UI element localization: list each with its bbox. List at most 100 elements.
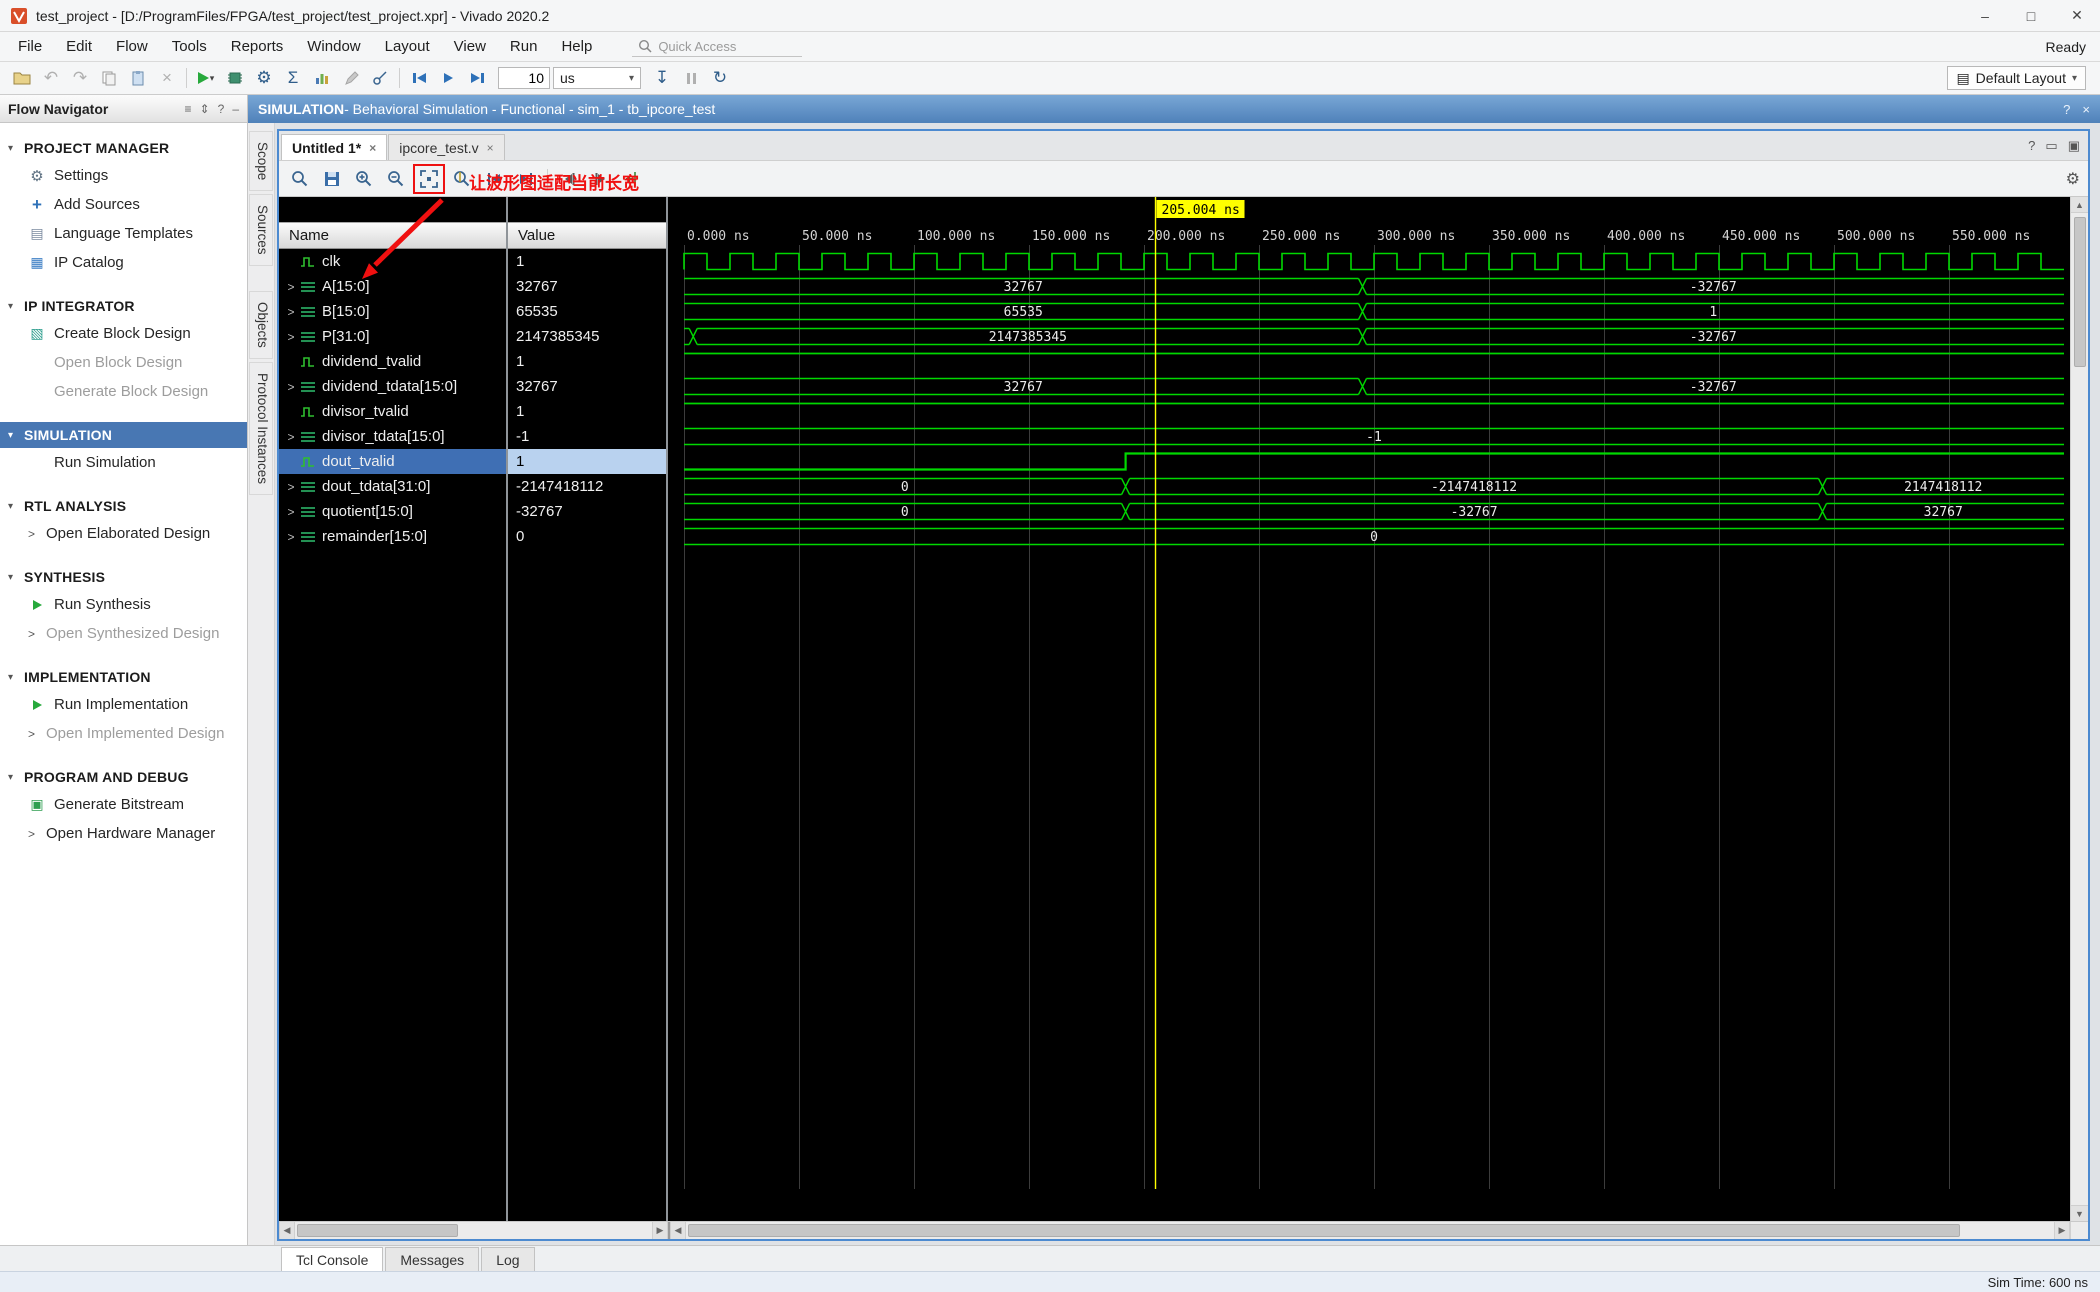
flow-header-synthesis[interactable]: ▾ SYNTHESIS bbox=[0, 564, 247, 590]
flow-item-run-simulation[interactable]: Run Simulation bbox=[0, 448, 247, 477]
flow-item-settings[interactable]: ⚙ Settings bbox=[0, 161, 247, 190]
layout-selector[interactable]: ▤ Default Layout ▾ bbox=[1947, 66, 2086, 90]
editor-tab-untitled-1[interactable]: Untitled 1* × bbox=[281, 134, 388, 160]
close-tab-icon[interactable]: × bbox=[369, 141, 376, 155]
signal-value-divisor-tvalid[interactable]: 1 bbox=[508, 399, 666, 424]
signal-row-dout-tdata-31-0[interactable]: > dout_tdata[31:0] bbox=[279, 474, 506, 499]
undo-icon[interactable]: ↶ bbox=[37, 65, 65, 92]
console-tab-log[interactable]: Log bbox=[481, 1247, 535, 1271]
signal-value-dout-tdata-31-0[interactable]: -2147418112 bbox=[508, 474, 666, 499]
signal-value-a-15-0[interactable]: 32767 bbox=[508, 274, 666, 299]
menu-tools[interactable]: Tools bbox=[160, 32, 219, 61]
scroll-left-icon[interactable]: ◀ bbox=[670, 1222, 686, 1239]
float-window-icon[interactable]: ▭ bbox=[2045, 138, 2057, 154]
zoom-out-icon[interactable] bbox=[381, 165, 411, 193]
debug-probe-icon[interactable] bbox=[366, 65, 394, 92]
vertical-scroll-thumb[interactable] bbox=[2073, 217, 2086, 367]
flow-item-add-sources[interactable]: + Add Sources bbox=[0, 190, 247, 219]
flow-item-generate-bitstream[interactable]: ▣ Generate Bitstream bbox=[0, 790, 247, 819]
waveform-canvas[interactable]: 0.000 ns 50.000 ns 100.000 ns 150.000 ns 200… bbox=[668, 197, 2070, 1221]
minimize-button[interactable]: – bbox=[1962, 0, 2008, 31]
flow-menu-icon[interactable]: ≡ bbox=[185, 102, 192, 116]
signal-row-dividend-tvalid[interactable]: dividend_tvalid bbox=[279, 349, 506, 374]
wave-vertical-scrollbar[interactable]: ▲ ▼ bbox=[2070, 197, 2088, 1221]
run-button[interactable]: ▾ bbox=[192, 65, 220, 92]
close-button[interactable]: ✕ bbox=[2054, 0, 2100, 31]
next-transition-icon[interactable] bbox=[586, 165, 616, 193]
add-marker-icon[interactable] bbox=[618, 165, 648, 193]
program-device-icon[interactable] bbox=[221, 65, 249, 92]
flow-header-implementation[interactable]: ▾ IMPLEMENTATION bbox=[0, 664, 247, 690]
panel-help-icon[interactable]: ? bbox=[2028, 138, 2035, 153]
flow-item-ip-catalog[interactable]: ▦ IP Catalog bbox=[0, 248, 247, 277]
menu-file[interactable]: File bbox=[6, 32, 54, 61]
menu-view[interactable]: View bbox=[442, 32, 498, 61]
horizontal-scroll-thumb[interactable] bbox=[297, 1224, 458, 1237]
copy-icon[interactable] bbox=[95, 65, 123, 92]
menu-run[interactable]: Run bbox=[498, 32, 550, 61]
goto-last-time-icon[interactable] bbox=[511, 165, 541, 193]
flow-item-generate-block-design[interactable]: Generate Block Design bbox=[0, 377, 247, 406]
time-unit-select[interactable]: us ▾ bbox=[553, 67, 641, 89]
wave-horizontal-scrollbar[interactable]: ◀ ▶ bbox=[670, 1222, 2070, 1239]
signal-value-p-31-0[interactable]: 2147385345 bbox=[508, 324, 666, 349]
menu-reports[interactable]: Reports bbox=[219, 32, 296, 61]
report-sigma-icon[interactable]: Σ bbox=[279, 65, 307, 92]
signal-row-remainder-15-0[interactable]: > remainder[15:0] bbox=[279, 524, 506, 549]
signal-row-p-31-0[interactable]: > P[31:0] bbox=[279, 324, 506, 349]
maximize-panel-icon[interactable]: ▣ bbox=[2068, 138, 2080, 154]
run-time-input[interactable] bbox=[498, 67, 550, 89]
flow-expand-collapse-icon[interactable]: ⇕ bbox=[200, 102, 210, 116]
save-waveform-icon[interactable] bbox=[317, 165, 347, 193]
menu-window[interactable]: Window bbox=[295, 32, 372, 61]
signal-row-dividend-tdata-15-0[interactable]: > dividend_tdata[15:0] bbox=[279, 374, 506, 399]
flow-header-simulation[interactable]: ▾ SIMULATION bbox=[0, 422, 247, 448]
flow-item-open-synthesized-design[interactable]: > Open Synthesized Design bbox=[0, 619, 247, 648]
paste-icon[interactable] bbox=[124, 65, 152, 92]
goto-time-zero-icon[interactable] bbox=[479, 165, 509, 193]
signal-value-clk[interactable]: 1 bbox=[508, 249, 666, 274]
horizontal-scroll-thumb[interactable] bbox=[688, 1224, 1961, 1237]
quick-access-search[interactable]: Quick Access bbox=[632, 37, 803, 57]
side-tab-scope[interactable]: Scope bbox=[249, 131, 273, 192]
maximize-button[interactable]: □ bbox=[2008, 0, 2054, 31]
restart-sim-icon[interactable] bbox=[405, 65, 433, 92]
side-tab-protocol-instances[interactable]: Protocol Instances bbox=[249, 361, 273, 495]
scroll-right-icon[interactable]: ▶ bbox=[652, 1222, 668, 1239]
zoom-to-cursor-icon[interactable] bbox=[447, 165, 477, 193]
flow-item-run-implementation[interactable]: Run Implementation bbox=[0, 690, 247, 719]
flow-header-project-manager[interactable]: ▾ PROJECT MANAGER bbox=[0, 135, 247, 161]
signal-value-divisor-tdata-15-0[interactable]: -1 bbox=[508, 424, 666, 449]
console-tab-messages[interactable]: Messages bbox=[385, 1247, 480, 1271]
close-tab-icon[interactable]: × bbox=[487, 141, 494, 155]
signal-row-clk[interactable]: clk bbox=[279, 249, 506, 274]
redo-icon[interactable]: ↷ bbox=[66, 65, 94, 92]
signal-value-dout-tvalid[interactable]: 1 bbox=[508, 449, 666, 474]
delete-icon[interactable]: × bbox=[153, 65, 181, 92]
signal-row-divisor-tdata-15-0[interactable]: > divisor_tdata[15:0] bbox=[279, 424, 506, 449]
signal-row-a-15-0[interactable]: > A[15:0] bbox=[279, 274, 506, 299]
pause-icon[interactable] bbox=[677, 65, 705, 92]
context-close-icon[interactable]: × bbox=[2082, 102, 2090, 117]
previous-transition-icon[interactable] bbox=[554, 165, 584, 193]
editor-tab-ipcore-test-v[interactable]: ipcore_test.v × bbox=[388, 134, 505, 160]
signal-row-quotient-15-0[interactable]: > quotient[15:0] bbox=[279, 499, 506, 524]
signal-value-quotient-15-0[interactable]: -32767 bbox=[508, 499, 666, 524]
signal-value-dividend-tvalid[interactable]: 1 bbox=[508, 349, 666, 374]
signal-row-dout-tvalid[interactable]: dout_tvalid bbox=[279, 449, 506, 474]
flow-item-open-elaborated-design[interactable]: > Open Elaborated Design bbox=[0, 519, 247, 548]
flow-header-ip-integrator[interactable]: ▾ IP INTEGRATOR bbox=[0, 293, 247, 319]
flow-item-open-block-design[interactable]: Open Block Design bbox=[0, 348, 247, 377]
zoom-fit-button[interactable] bbox=[413, 163, 445, 194]
open-file-icon[interactable] bbox=[8, 65, 36, 92]
flow-help-icon[interactable]: ? bbox=[218, 102, 225, 116]
name-column-header[interactable]: Name bbox=[279, 222, 506, 249]
signal-value-dividend-tdata-15-0[interactable]: 32767 bbox=[508, 374, 666, 399]
find-icon[interactable] bbox=[285, 165, 315, 193]
scroll-down-icon[interactable]: ▼ bbox=[2071, 1205, 2088, 1221]
edit-pencil-icon[interactable] bbox=[337, 65, 365, 92]
run-for-time-icon[interactable] bbox=[463, 65, 491, 92]
signal-row-divisor-tvalid[interactable]: divisor_tvalid bbox=[279, 399, 506, 424]
scroll-left-icon[interactable]: ◀ bbox=[279, 1222, 295, 1239]
flow-item-open-hardware-manager[interactable]: > Open Hardware Manager bbox=[0, 819, 247, 848]
